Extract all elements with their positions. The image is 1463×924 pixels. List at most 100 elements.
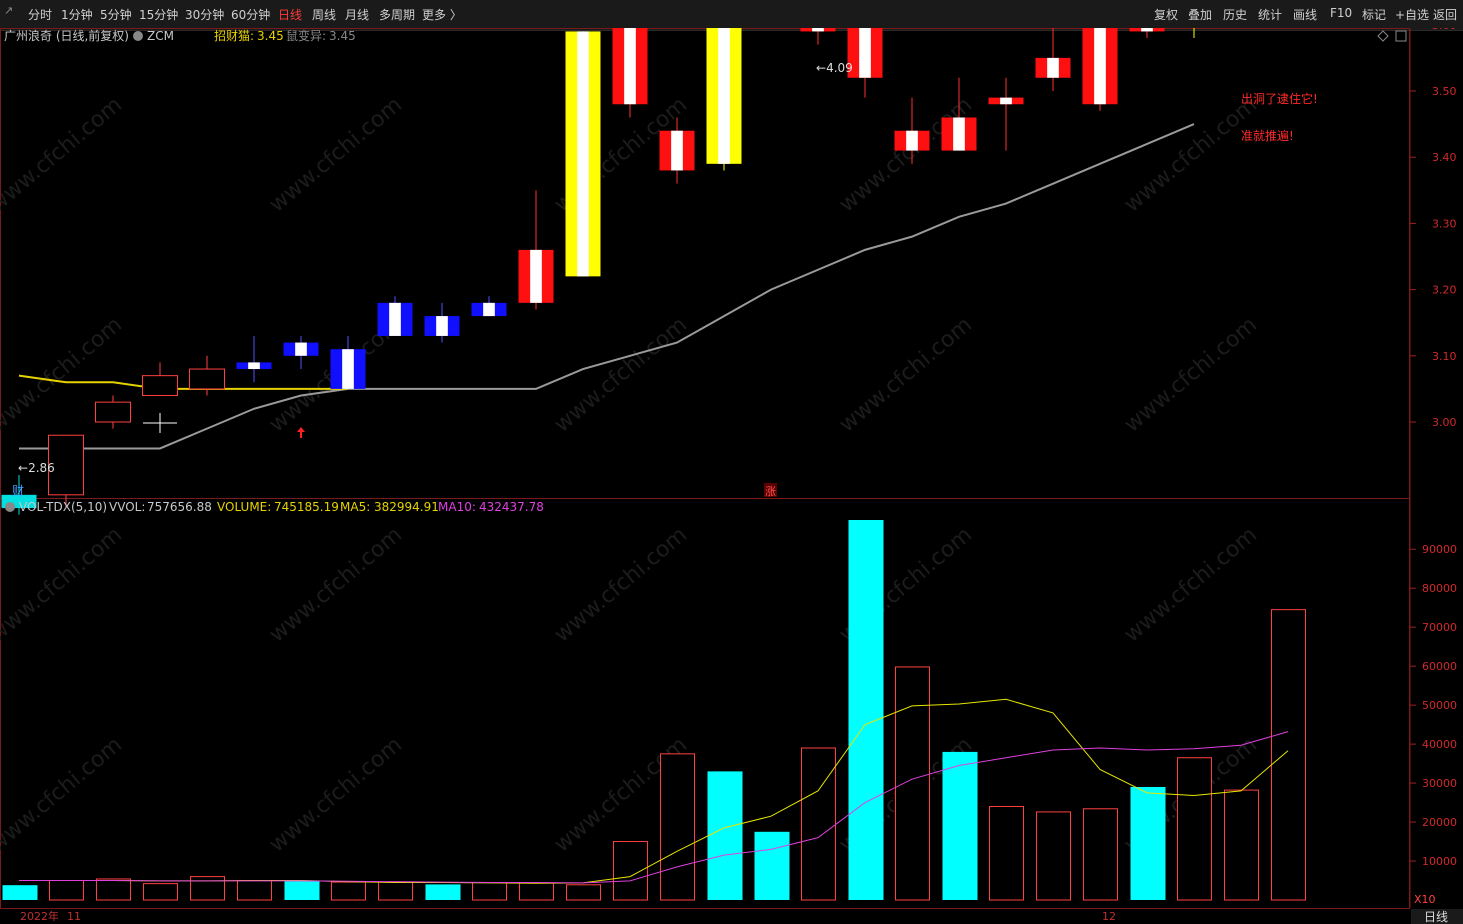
zcm-value: 3.45 <box>257 29 284 43</box>
volume-bar[interactable] <box>1036 811 1071 901</box>
period-tab-monthly[interactable]: 月线 <box>345 6 369 23</box>
candlestick-series[interactable] <box>1 28 1212 515</box>
candle-stripe <box>906 130 918 151</box>
shu-label: 鼠变异: <box>286 28 326 43</box>
diejia-button[interactable]: 叠加 <box>1188 6 1212 23</box>
f10-button[interactable]: F10 <box>1330 6 1352 20</box>
volume-bar[interactable] <box>331 881 366 901</box>
vol-dropdown-icon[interactable] <box>5 502 15 512</box>
lishi-button[interactable]: 历史 <box>1223 6 1247 23</box>
volume-bar[interactable] <box>895 666 930 901</box>
period-tab-1min[interactable]: 1分钟 <box>61 6 93 23</box>
volume-bar[interactable] <box>519 882 554 901</box>
volume-bar[interactable] <box>96 878 131 901</box>
volume-bar[interactable] <box>190 876 225 901</box>
period-tab-more[interactable]: 更多 〉 <box>422 6 462 23</box>
indicator-name[interactable]: ZCM <box>147 29 174 43</box>
period-tab-15min[interactable]: 15分钟 <box>139 6 178 23</box>
candle-stripe <box>295 342 307 356</box>
volume-bar[interactable] <box>942 751 978 900</box>
candle-body[interactable] <box>95 401 131 423</box>
shu-value: 3.45 <box>329 29 356 43</box>
kline-chart-area[interactable]: www.cfchi.com www.cfchi.com www.cfchi.com w… <box>0 28 1463 924</box>
zixuan-button[interactable]: +自选 <box>1395 6 1429 23</box>
zcm-label: 招财猫: <box>214 29 254 43</box>
x10-label: X10 <box>1414 893 1436 906</box>
period-tab-multi[interactable]: 多周期 <box>379 6 415 23</box>
volume-bar[interactable] <box>566 884 601 901</box>
signal-text-1: 出洞了逮住它! <box>1241 91 1318 106</box>
candle-stripe <box>671 130 683 171</box>
ma10-value: 432437.78 <box>479 500 544 514</box>
volume-bar[interactable] <box>472 881 507 901</box>
ma5-label: MA5: <box>340 500 370 514</box>
volume-tick-label: 40000 <box>1422 738 1457 751</box>
candle-stripe <box>624 28 636 105</box>
watermark-text: www.cfchi.com <box>1120 522 1262 647</box>
volume-bar[interactable] <box>1130 786 1166 900</box>
price-tick-label: 3.30 <box>1432 217 1457 230</box>
period-tab-fenshi[interactable]: 分时 <box>28 6 52 23</box>
volume-bar-series[interactable] <box>2 520 1306 901</box>
period-tab-daily[interactable]: 日线 <box>278 6 302 23</box>
price-tick-label: 3.10 <box>1432 350 1457 363</box>
signal-text-2: 准就推遍! <box>1241 129 1294 143</box>
biaoji-button[interactable]: 标记 <box>1362 6 1386 23</box>
period-tab-weekly[interactable]: 周线 <box>312 6 336 23</box>
volume-bar[interactable] <box>1177 757 1212 901</box>
volume-value: 745185.19 <box>274 500 339 514</box>
watermark-text: www.cfchi.com <box>550 522 692 647</box>
volume-tick-label: 90000 <box>1422 543 1457 556</box>
watermark-text: www.cfchi.com <box>0 732 127 857</box>
finance-marker[interactable]: 财 <box>12 484 24 498</box>
zhang-marker[interactable]: 涨 <box>765 485 776 498</box>
volume-axis: 10000 20000 30000 40000 50000 60000 70000 80000… <box>1410 543 1457 868</box>
price-tick-label: 3.50 <box>1432 85 1457 98</box>
volume-bar[interactable] <box>754 831 790 900</box>
price-panel-frame <box>0 28 1410 499</box>
ma5-value: 382994.91 <box>374 500 439 514</box>
watermark-text: www.cfchi.com <box>0 92 127 217</box>
vvol-value: 757656.88 <box>147 500 212 514</box>
candle-stripe <box>1047 57 1059 78</box>
volume-bar[interactable] <box>801 747 836 901</box>
candle-body[interactable] <box>189 368 225 390</box>
watermark-text: www.cfchi.com <box>835 92 977 217</box>
volume-bar[interactable] <box>2 885 38 900</box>
corner-icon[interactable]: ↗ <box>4 4 13 17</box>
panel-toggle-icon[interactable] <box>1395 30 1407 42</box>
watermark-text: www.cfchi.com <box>265 522 407 647</box>
volume-bar[interactable] <box>425 884 461 900</box>
volume-bar[interactable] <box>143 883 178 901</box>
fanhui-button[interactable]: 返回 <box>1433 6 1457 23</box>
volume-bar[interactable] <box>1083 808 1118 901</box>
candle-body[interactable] <box>142 375 178 397</box>
vol-indicator-name[interactable]: VOL-TDX(5,10) <box>19 500 107 514</box>
volume-bar[interactable] <box>237 880 272 901</box>
diamond-icon[interactable] <box>1377 30 1389 42</box>
vvol-label: VVOL: <box>109 500 145 514</box>
volume-bar[interactable] <box>378 881 413 901</box>
period-tab-60min[interactable]: 60分钟 <box>231 6 270 23</box>
price-tick-label: 3.20 <box>1432 284 1457 297</box>
volume-bar[interactable] <box>284 880 320 900</box>
volume-bar[interactable] <box>1271 609 1306 901</box>
bottom-period-button[interactable]: 日线 <box>1424 910 1448 924</box>
watermark-text: www.cfchi.com <box>835 312 977 437</box>
period-tab-30min[interactable]: 30分钟 <box>185 6 224 23</box>
tongji-button[interactable]: 统计 <box>1258 6 1282 23</box>
indicator-dropdown-icon[interactable] <box>133 31 143 41</box>
candle-stripe <box>812 28 824 32</box>
fuquan-button[interactable]: 复权 <box>1154 6 1178 23</box>
high-price-label: ←4.09 <box>816 61 853 75</box>
volume-bar[interactable] <box>660 753 695 901</box>
watermark-text: www.cfchi.com <box>1120 312 1262 437</box>
volume-bar[interactable] <box>49 880 84 901</box>
volume-bar[interactable] <box>707 771 743 900</box>
volume-bar[interactable] <box>848 520 884 900</box>
volume-bar[interactable] <box>1224 789 1259 901</box>
huaxian-button[interactable]: 画线 <box>1293 6 1317 23</box>
period-tab-5min[interactable]: 5分钟 <box>100 6 132 23</box>
volume-bar[interactable] <box>613 841 648 901</box>
volume-bar[interactable] <box>989 805 1024 901</box>
